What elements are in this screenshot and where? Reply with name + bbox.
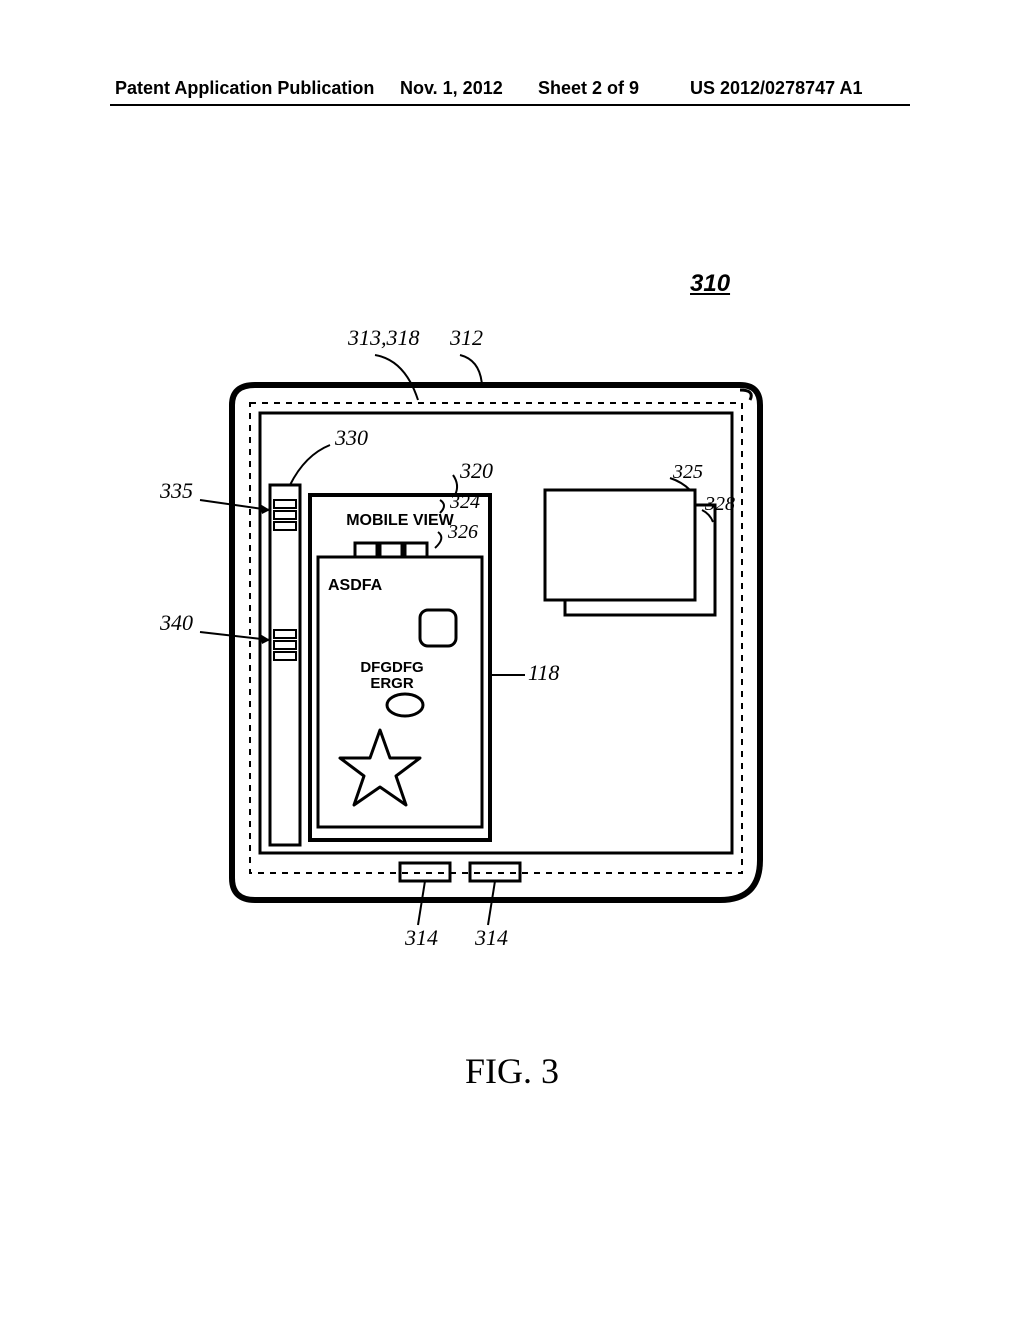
ref-340: 340 (159, 610, 193, 635)
sidebar-group-335-item (274, 522, 296, 530)
ref-314-right: 314 (474, 925, 508, 950)
ref-328: 328 (704, 493, 735, 515)
header-docnum: US 2012/0278747 A1 (690, 78, 862, 99)
mobile-tab (355, 543, 377, 557)
ref-324: 324 (449, 491, 480, 513)
mobile-view-title: MOBILE VIEW (346, 512, 454, 529)
leader-330 (290, 445, 330, 485)
header-publication: Patent Application Publication (115, 78, 374, 99)
mobile-text-2b: ERGR (370, 675, 414, 692)
ref-313-318: 313,318 (347, 325, 420, 350)
page: Patent Application Publication Nov. 1, 2… (0, 0, 1024, 1320)
sidebar-group-335-item (274, 500, 296, 508)
ref-330: 330 (334, 425, 368, 450)
leader-312 (460, 355, 482, 385)
mobile-text-1: ASDFA (328, 577, 383, 594)
leader-326 (435, 532, 441, 548)
ref-326: 326 (447, 521, 478, 543)
sidebar-group-340-item (274, 630, 296, 638)
ref-310: 310 (690, 270, 730, 298)
mobile-text-2a: DFGDFG (360, 659, 423, 676)
device-corner-bevel (740, 390, 751, 400)
figure-3: MOBILE VIEW ASDFA DFGDFG ERGR (110, 300, 910, 1060)
inner-panel (260, 413, 732, 853)
ref-118: 118 (528, 660, 559, 685)
header-rule (110, 104, 910, 106)
ref-312: 312 (449, 325, 483, 350)
oval-icon (387, 694, 423, 716)
right-panel-front (545, 490, 695, 600)
figure-caption: FIG. 3 (0, 1050, 1024, 1092)
header-sheet: Sheet 2 of 9 (538, 78, 639, 99)
sidebar-group-335-item (274, 511, 296, 519)
mobile-tab (405, 543, 427, 557)
star-icon (340, 730, 420, 805)
rounded-square-icon (420, 610, 456, 646)
sidebar-column (270, 485, 300, 845)
leader-313-318 (375, 355, 418, 400)
sidebar-group-340-item (274, 641, 296, 649)
sidebar-group-340-item (274, 652, 296, 660)
mobile-tab (380, 543, 402, 557)
ref-325: 325 (672, 461, 703, 483)
ref-335: 335 (159, 478, 193, 503)
dashed-content-area (250, 403, 742, 873)
header-date: Nov. 1, 2012 (400, 78, 503, 99)
ref-320: 320 (459, 458, 493, 483)
ref-314-left: 314 (404, 925, 438, 950)
